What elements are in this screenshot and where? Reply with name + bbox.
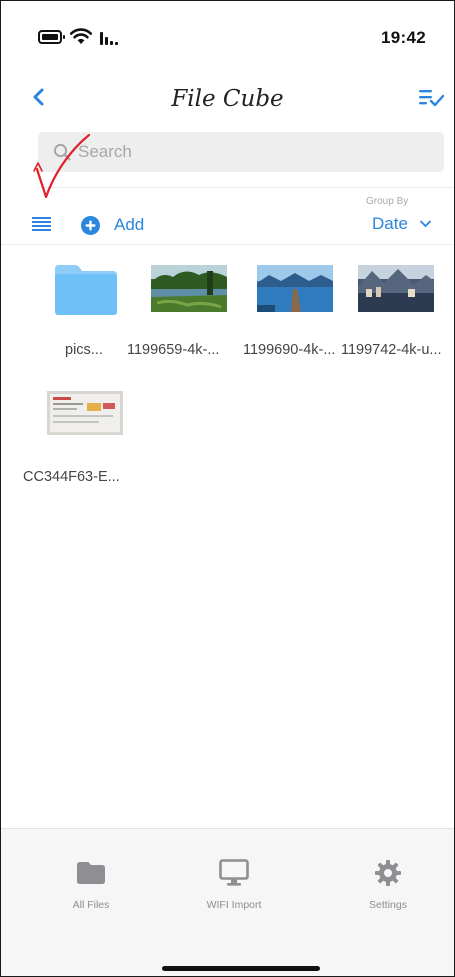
mountain-town-thumbnail bbox=[358, 265, 434, 312]
file-name: 1199742-4k-u... bbox=[341, 342, 442, 358]
file-item-folder[interactable]: pics... bbox=[41, 256, 141, 376]
search-input[interactable] bbox=[78, 132, 418, 172]
group-by-label: Group By bbox=[366, 196, 409, 207]
gear-icon bbox=[375, 860, 401, 886]
search-bar[interactable] bbox=[38, 132, 444, 172]
tab-bar: All Files WIFI Import Settings bbox=[1, 828, 454, 976]
forest-lake-thumbnail bbox=[151, 265, 227, 312]
file-name: CC344F63-E... bbox=[23, 469, 120, 485]
wifi-icon bbox=[69, 28, 93, 44]
home-indicator bbox=[162, 966, 320, 971]
divider bbox=[38, 187, 454, 188]
folder-icon bbox=[55, 265, 117, 315]
status-time: 19:42 bbox=[381, 28, 426, 47]
divider bbox=[1, 244, 454, 245]
list-view-icon[interactable] bbox=[32, 217, 51, 231]
search-icon bbox=[53, 143, 71, 161]
folder-icon bbox=[77, 862, 105, 884]
tab-label: WIFI Import bbox=[206, 899, 262, 911]
tab-label: All Files bbox=[72, 899, 110, 911]
monitor-icon bbox=[219, 859, 249, 886]
file-item-image[interactable]: 1199690-4k-... bbox=[243, 256, 339, 376]
page-title: File Cube bbox=[171, 86, 284, 112]
add-button[interactable]: Add bbox=[81, 214, 144, 236]
cellular-signal-icon bbox=[100, 32, 118, 45]
group-by-value: Date bbox=[372, 214, 408, 233]
tab-label: Settings bbox=[369, 899, 407, 911]
file-item-image[interactable]: CC344F63-E... bbox=[23, 381, 143, 491]
add-label: Add bbox=[114, 215, 145, 234]
chevron-down-icon bbox=[420, 220, 431, 227]
select-list-icon[interactable] bbox=[417, 87, 445, 109]
status-bar: 19:42 bbox=[1, 1, 454, 73]
group-by-select[interactable]: Date bbox=[372, 214, 431, 234]
file-item-image[interactable]: 1199659-4k-... bbox=[127, 256, 237, 376]
screenshot-thumbnail bbox=[47, 391, 123, 435]
tab-settings[interactable]: Settings bbox=[312, 829, 454, 929]
lake-pier-thumbnail bbox=[257, 265, 333, 312]
file-name: pics... bbox=[65, 342, 103, 358]
app-screen: 19:42 File Cube Add Group By bbox=[0, 0, 455, 977]
file-item-image[interactable]: 1199742-4k-u... bbox=[341, 256, 451, 376]
file-name: 1199659-4k-... bbox=[127, 342, 220, 358]
tab-wifi-import[interactable]: WIFI Import bbox=[158, 829, 310, 929]
file-name: 1199690-4k-... bbox=[243, 342, 336, 358]
plus-circle-icon bbox=[81, 215, 100, 235]
battery-icon bbox=[38, 30, 65, 44]
tab-all-files[interactable]: All Files bbox=[15, 829, 167, 929]
